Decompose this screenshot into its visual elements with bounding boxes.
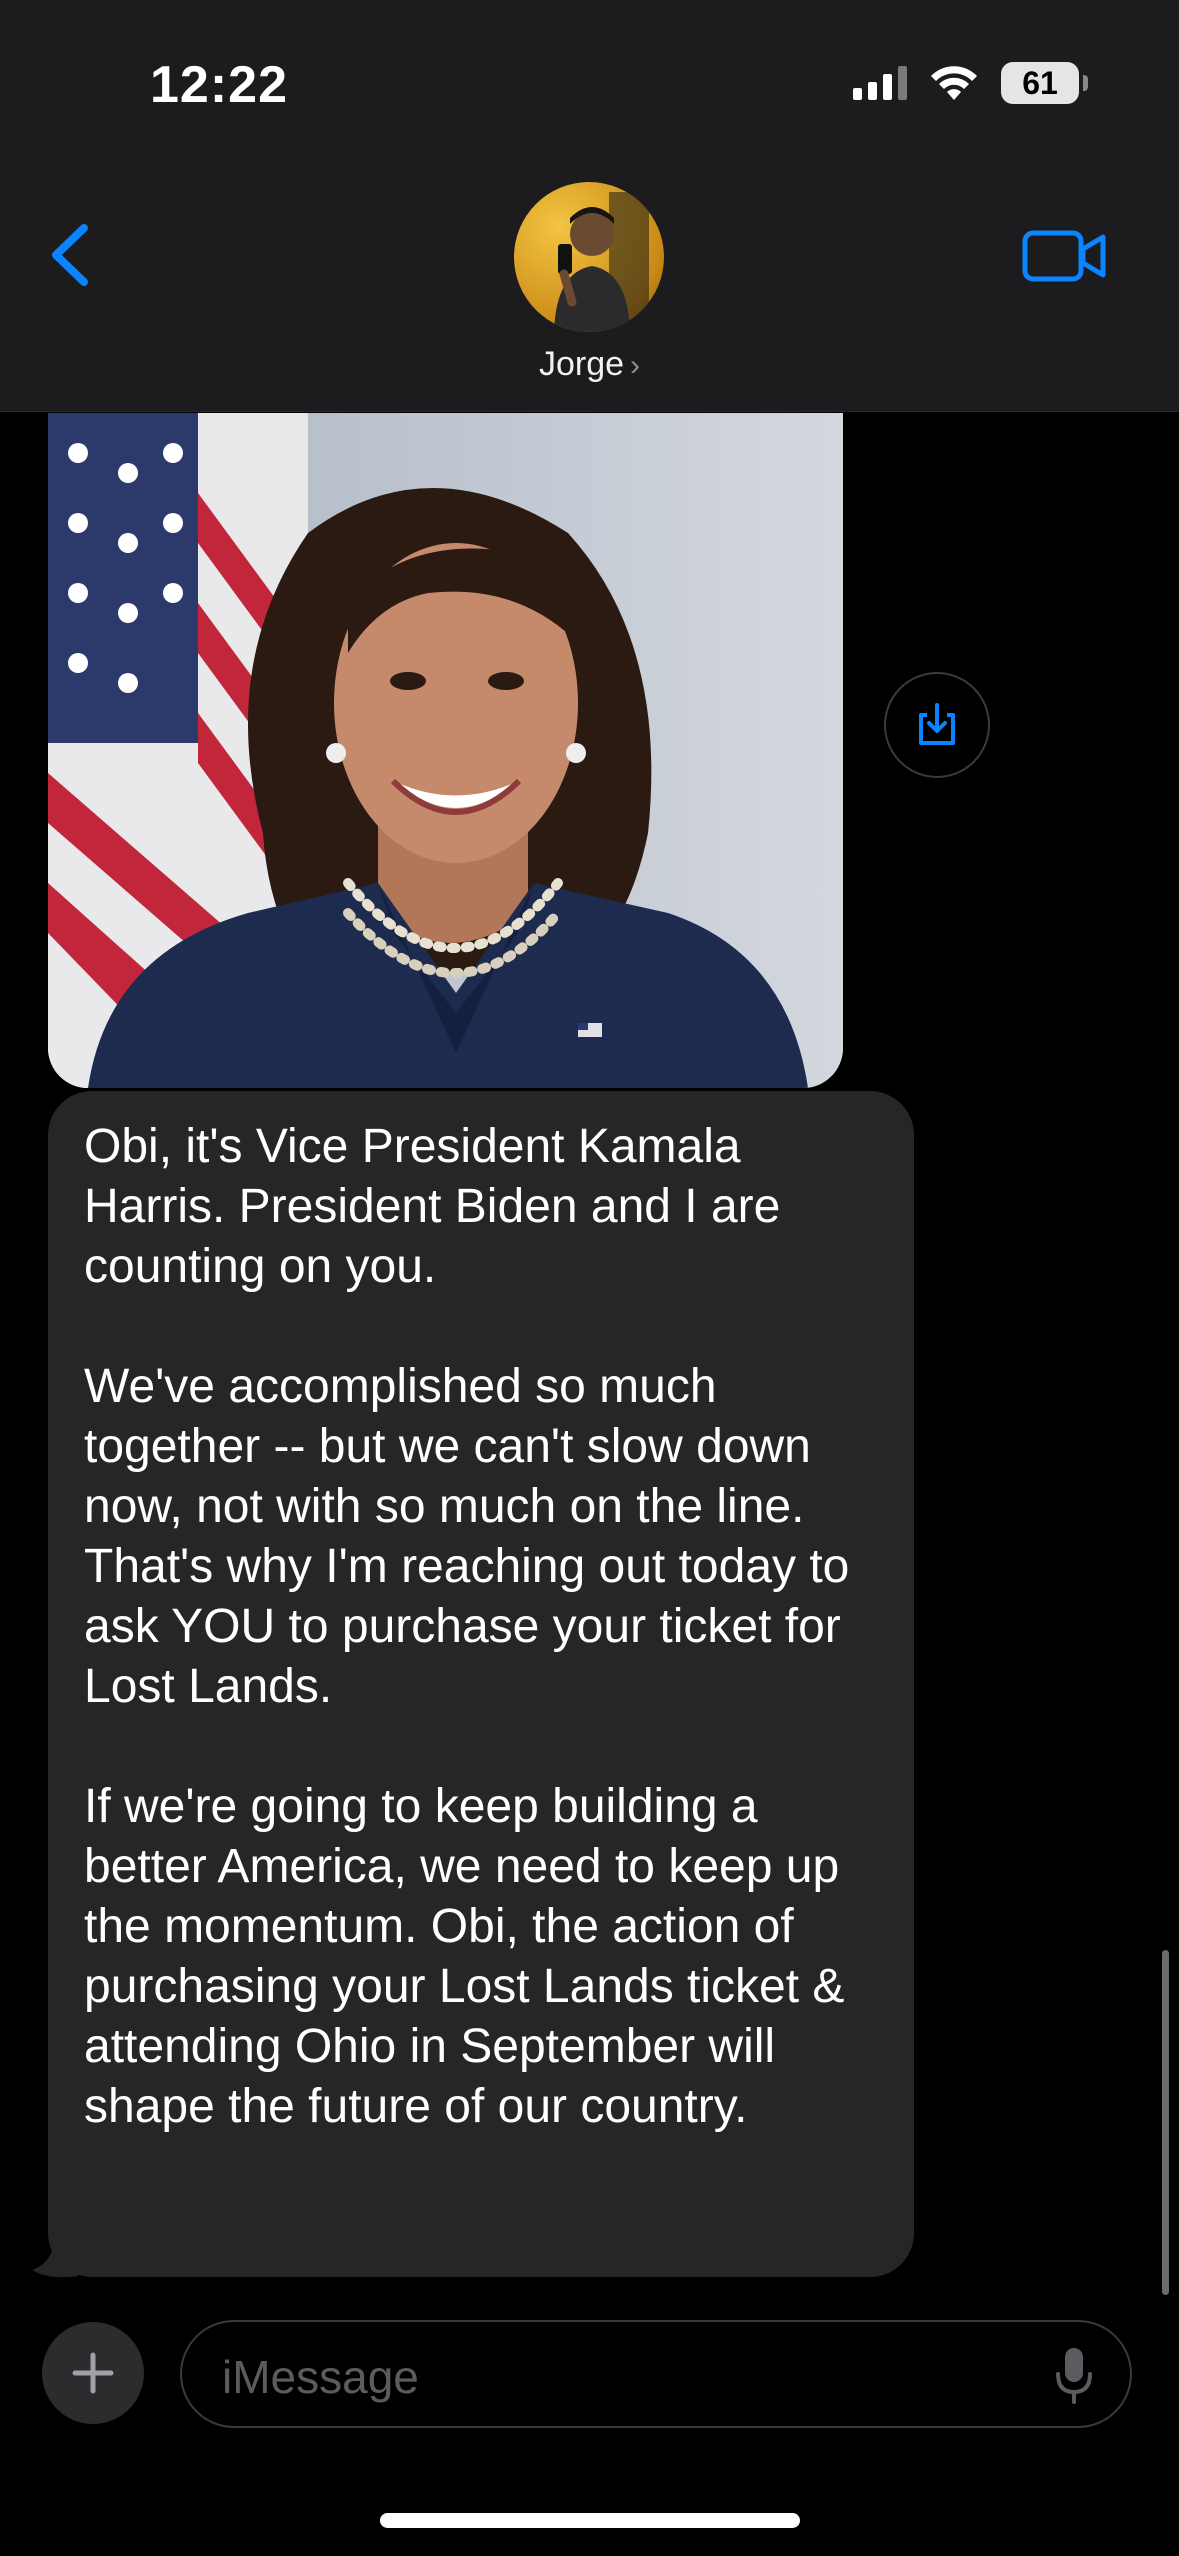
apps-plus-button[interactable] — [42, 2322, 144, 2424]
contact-name-text: Jorge — [538, 345, 625, 383]
plus-icon — [72, 2352, 114, 2394]
image-message[interactable] — [48, 413, 843, 1088]
save-download-button[interactable] — [884, 672, 990, 778]
message-paragraph: If we're going to keep building a better… — [84, 1780, 845, 2133]
status-icons: 61 — [853, 62, 1088, 104]
contact-avatar[interactable] — [514, 182, 664, 332]
status-time: 12:22 — [150, 56, 288, 114]
imessage-input[interactable]: iMessage — [180, 2320, 1132, 2428]
message-paragraph: Obi, it's Vice President Kamala Harris. … — [84, 1120, 781, 1293]
back-chevron-icon[interactable] — [42, 220, 102, 290]
cellular-signal-icon — [853, 66, 907, 100]
chevron-right-icon: › — [630, 349, 641, 382]
wifi-icon — [931, 66, 977, 100]
message-paragraph: That's why I'm reaching out today to ask… — [84, 1540, 850, 1713]
message-paragraph: We've accomplished so much together -- b… — [84, 1360, 811, 1533]
input-placeholder: iMessage — [222, 2351, 419, 2403]
scroll-indicator[interactable] — [1162, 1950, 1169, 2295]
avatar-photo — [554, 192, 649, 332]
battery-icon: 61 — [1001, 62, 1088, 104]
messages-screen: 12:22 61 Jorge › Obi, it's Vice Presiden… — [0, 0, 1179, 2556]
incoming-message-bubble[interactable]: Obi, it's Vice President Kamala Harris. … — [48, 1091, 914, 2277]
portrait-photo — [48, 413, 843, 1088]
home-indicator[interactable] — [380, 2513, 800, 2528]
save-download-icon — [919, 703, 955, 745]
microphone-icon[interactable] — [1054, 2346, 1094, 2406]
conversation-header: 12:22 61 Jorge › — [0, 0, 1179, 412]
video-call-icon[interactable] — [1021, 225, 1109, 287]
contact-name[interactable]: Jorge › — [0, 345, 1179, 384]
